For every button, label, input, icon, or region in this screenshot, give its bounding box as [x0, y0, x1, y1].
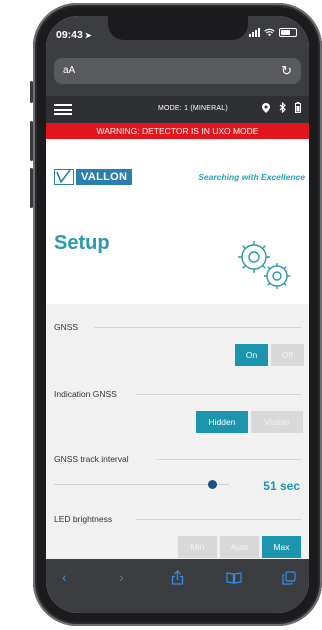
led-min-button[interactable]: Min [178, 536, 217, 558]
back-icon[interactable]: ‹ [62, 569, 67, 585]
track-interval-value: 51 sec [263, 479, 300, 493]
app-header: MODE: 1 (MINERAL) [46, 96, 309, 123]
vallon-logo: VALLON [54, 169, 133, 185]
header-icons [262, 102, 301, 113]
brand-tagline: Searching with Excellence [198, 172, 305, 182]
menu-icon[interactable] [54, 104, 72, 115]
led-brightness-toggle: Min Auto Max [178, 536, 301, 558]
signal-icon [249, 28, 260, 37]
phone-frame: 09:43 ➤ aA ↻ MODE: 1 (MINERAL) WARNING: … [30, 3, 322, 626]
main-content: VALLON Searching with Excellence Setup G… [46, 139, 309, 559]
gnss-toggle: On Off [235, 344, 304, 366]
status-icons [249, 28, 297, 37]
settings-panel: GNSS On Off Indication GNSS Hidden Visib… [46, 304, 309, 559]
led-brightness-label: LED brightness [54, 514, 113, 524]
divider [136, 519, 301, 520]
forward-icon[interactable]: › [119, 569, 124, 585]
location-arrow-icon: ➤ [84, 31, 92, 40]
browser-address-bar: aA ↻ [46, 50, 309, 96]
bluetooth-icon [279, 102, 286, 113]
gnss-on-button[interactable]: On [235, 344, 268, 366]
gnss-track-interval-label: GNSS track interval [54, 454, 129, 464]
clock: 09:43 ➤ [56, 29, 92, 41]
bookmarks-icon[interactable] [226, 572, 242, 584]
indication-hidden-button[interactable]: Hidden [196, 411, 248, 433]
address-field[interactable]: aA ↻ [54, 58, 301, 84]
track-interval-slider-thumb[interactable] [208, 480, 217, 489]
divider [136, 394, 301, 395]
mode-indicator: MODE: 1 (MINERAL) [158, 105, 228, 112]
led-max-button[interactable]: Max [262, 536, 301, 558]
settings-gears-icon [238, 241, 290, 289]
uxo-warning-banner: WARNING: DETECTOR IS IN UXO MODE [46, 123, 309, 139]
text-size-button[interactable]: aA [63, 65, 75, 76]
location-pin-icon [262, 102, 270, 113]
share-icon[interactable] [171, 570, 184, 585]
gnss-label: GNSS [54, 322, 79, 332]
device-battery-icon [295, 102, 301, 113]
tabs-icon[interactable] [282, 571, 296, 585]
page-title: Setup [54, 232, 110, 254]
indication-gnss-toggle: Hidden Visible [196, 411, 303, 433]
screen: 09:43 ➤ aA ↻ MODE: 1 (MINERAL) WARNING: … [46, 16, 309, 613]
indication-visible-button[interactable]: Visible [251, 411, 303, 433]
vallon-logo-text: VALLON [76, 169, 133, 185]
clock-time: 09:43 [56, 29, 83, 41]
volume-up-button [30, 121, 33, 161]
reload-icon[interactable]: ↻ [281, 63, 292, 79]
battery-icon [279, 28, 297, 37]
divider [94, 327, 301, 328]
track-interval-slider-track[interactable] [54, 484, 229, 485]
led-auto-button[interactable]: Auto [220, 536, 259, 558]
divider [156, 459, 301, 460]
vallon-logo-mark [54, 169, 74, 185]
wifi-icon [264, 28, 275, 37]
mute-switch [30, 81, 33, 103]
volume-down-button [30, 168, 33, 208]
notch [108, 16, 248, 40]
indication-gnss-label: Indication GNSS [54, 389, 117, 399]
gnss-off-button[interactable]: Off [271, 344, 304, 366]
browser-toolbar: ‹ › [46, 559, 309, 613]
